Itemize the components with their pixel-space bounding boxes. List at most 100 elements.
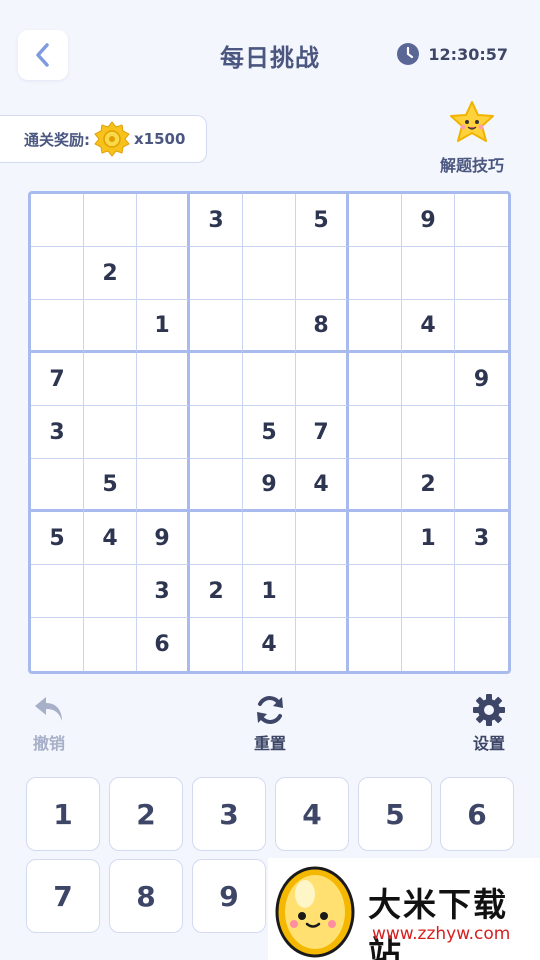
- board-cell[interactable]: 9: [402, 194, 455, 247]
- board-cell[interactable]: [296, 565, 349, 618]
- board-cell[interactable]: [455, 194, 508, 247]
- number-key[interactable]: 3: [192, 777, 266, 851]
- board-cell[interactable]: 9: [243, 459, 296, 512]
- board-cell[interactable]: [31, 247, 84, 300]
- board-cell[interactable]: [349, 406, 402, 459]
- board-cell[interactable]: [84, 353, 137, 406]
- watermark-brand: 大米下载站: [368, 885, 508, 960]
- board-cell[interactable]: [84, 300, 137, 353]
- reward-badge: 通关奖励: x1500: [0, 115, 207, 163]
- board-cell[interactable]: 8: [296, 300, 349, 353]
- number-key[interactable]: 2: [109, 777, 183, 851]
- board-cell[interactable]: 1: [243, 565, 296, 618]
- number-key[interactable]: 7: [26, 859, 100, 933]
- board-cell[interactable]: [455, 459, 508, 512]
- board-cell[interactable]: [349, 565, 402, 618]
- board-cell[interactable]: [190, 618, 243, 671]
- reset-button[interactable]: 重置: [230, 690, 310, 754]
- board-cell[interactable]: [31, 300, 84, 353]
- board-cell[interactable]: [349, 618, 402, 671]
- board-cell[interactable]: [243, 247, 296, 300]
- board-cell[interactable]: [402, 618, 455, 671]
- board-cell[interactable]: 4: [243, 618, 296, 671]
- board-cell[interactable]: [243, 300, 296, 353]
- board-cell[interactable]: [190, 300, 243, 353]
- board-cell[interactable]: [455, 565, 508, 618]
- tips-button[interactable]: 解题技巧: [432, 100, 512, 176]
- board-cell[interactable]: [402, 353, 455, 406]
- board-cell[interactable]: [402, 565, 455, 618]
- timer: 12:30:57: [396, 42, 508, 66]
- settings-button[interactable]: 设置: [449, 690, 529, 754]
- board-cell[interactable]: [137, 459, 190, 512]
- board-cell[interactable]: [243, 194, 296, 247]
- board-cell[interactable]: [31, 565, 84, 618]
- board-cell[interactable]: [349, 512, 402, 565]
- board-cell[interactable]: [190, 459, 243, 512]
- undo-label: 撤销: [32, 734, 65, 753]
- board-cell[interactable]: [137, 406, 190, 459]
- board-cell[interactable]: [31, 194, 84, 247]
- undo-button[interactable]: 撤销: [9, 690, 89, 754]
- board-cell[interactable]: 5: [31, 512, 84, 565]
- board-cell[interactable]: 3: [31, 406, 84, 459]
- refresh-icon: [257, 696, 283, 724]
- board-cell[interactable]: [349, 247, 402, 300]
- board-cell[interactable]: [190, 512, 243, 565]
- board-cell[interactable]: [84, 618, 137, 671]
- board-cell[interactable]: [349, 459, 402, 512]
- number-key[interactable]: 9: [192, 859, 266, 933]
- board-cell[interactable]: [84, 194, 137, 247]
- board-cell[interactable]: [31, 618, 84, 671]
- board-cell[interactable]: 3: [455, 512, 508, 565]
- board-cell[interactable]: 1: [137, 300, 190, 353]
- board-cell[interactable]: 7: [31, 353, 84, 406]
- board-cell[interactable]: 5: [243, 406, 296, 459]
- board-cell[interactable]: [349, 194, 402, 247]
- board-cell[interactable]: 3: [190, 194, 243, 247]
- board-cell[interactable]: [84, 406, 137, 459]
- board-cell[interactable]: [296, 247, 349, 300]
- board-cell[interactable]: [296, 512, 349, 565]
- board-cell[interactable]: 9: [455, 353, 508, 406]
- board-cell[interactable]: [190, 406, 243, 459]
- number-key[interactable]: 8: [109, 859, 183, 933]
- board-cell[interactable]: [190, 353, 243, 406]
- board-cell[interactable]: [455, 618, 508, 671]
- board-cell[interactable]: [137, 247, 190, 300]
- board-cell[interactable]: [402, 406, 455, 459]
- board-cell[interactable]: [31, 459, 84, 512]
- board-cell[interactable]: [243, 353, 296, 406]
- board-cell[interactable]: 4: [296, 459, 349, 512]
- action-bar: 撤销 重置 设置: [0, 690, 540, 760]
- board-cell[interactable]: [137, 194, 190, 247]
- board-cell[interactable]: 2: [84, 247, 137, 300]
- number-key[interactable]: 6: [440, 777, 514, 851]
- board-cell[interactable]: 5: [84, 459, 137, 512]
- board-cell[interactable]: 2: [402, 459, 455, 512]
- board-cell[interactable]: [243, 512, 296, 565]
- board-cell[interactable]: [84, 565, 137, 618]
- number-key[interactable]: 5: [358, 777, 432, 851]
- board-cell[interactable]: [455, 406, 508, 459]
- board-cell[interactable]: [349, 353, 402, 406]
- number-key[interactable]: 4: [275, 777, 349, 851]
- board-cell[interactable]: 9: [137, 512, 190, 565]
- board-cell[interactable]: 3: [137, 565, 190, 618]
- board-cell[interactable]: [402, 247, 455, 300]
- board-cell[interactable]: 7: [296, 406, 349, 459]
- board-cell[interactable]: 4: [402, 300, 455, 353]
- board-cell[interactable]: [137, 353, 190, 406]
- board-cell[interactable]: [296, 618, 349, 671]
- board-cell[interactable]: 2: [190, 565, 243, 618]
- board-cell[interactable]: [455, 300, 508, 353]
- board-cell[interactable]: [296, 353, 349, 406]
- board-cell[interactable]: 4: [84, 512, 137, 565]
- board-cell[interactable]: 5: [296, 194, 349, 247]
- board-cell[interactable]: [455, 247, 508, 300]
- board-cell[interactable]: [190, 247, 243, 300]
- board-cell[interactable]: 6: [137, 618, 190, 671]
- number-key[interactable]: 1: [26, 777, 100, 851]
- board-cell[interactable]: [349, 300, 402, 353]
- board-cell[interactable]: 1: [402, 512, 455, 565]
